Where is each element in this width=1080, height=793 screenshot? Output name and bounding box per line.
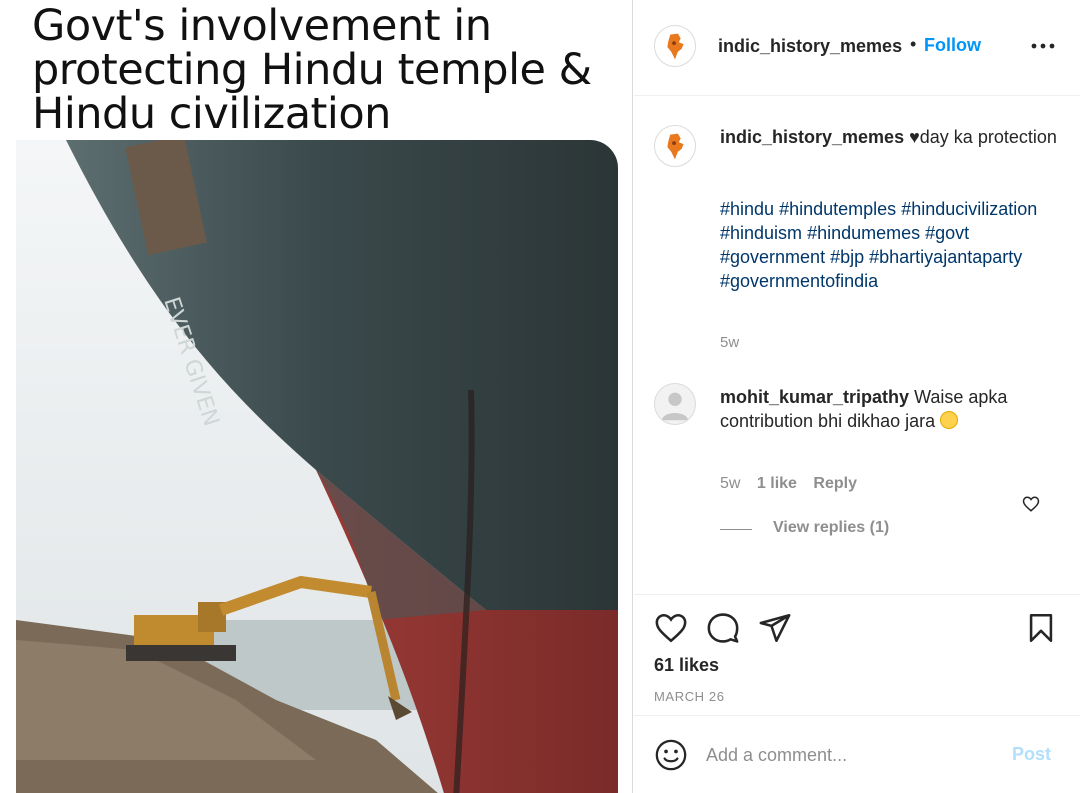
hashtag-link[interactable]: #governmentofindia [720,271,878,291]
caption-hashtags: #hindu #hindutemples #hinducivilization … [720,197,1040,293]
comment-reply-button[interactable]: Reply [813,475,857,492]
ship-excavator-photo: EVER GIVEN [16,140,618,793]
caption-timestamp[interactable]: 5w [720,334,739,351]
account-avatar[interactable] [654,25,696,67]
comment-likes[interactable]: 1 like [757,475,797,492]
hashtag-link[interactable]: #bjp [830,247,864,267]
comment-input[interactable] [706,740,996,770]
hashtag-link[interactable]: #hinducivilization [901,199,1037,219]
hashtag-link[interactable]: #bhartiyajantaparty [869,247,1022,267]
caption-text: indic_history_memes ♥day ka protection [720,125,1060,149]
comment-text: mohit_kumar_tripathy Waise apka contribu… [720,385,1010,433]
view-replies-button[interactable]: View replies (1) [773,519,889,537]
follow-button[interactable]: Follow [924,35,981,56]
hashtag-link[interactable]: #government [720,247,825,267]
more-options-icon[interactable] [1030,36,1056,56]
comment-bubble-icon[interactable] [706,611,740,645]
comment-timestamp[interactable]: 5w [720,475,740,492]
comment-meta: 5w 1 like Reply [720,475,869,493]
post-media[interactable]: Govt's involvement in protecting Hindu t… [0,0,633,793]
hashtag-link[interactable]: #hinduism [720,223,802,243]
caption-avatar[interactable] [654,125,696,167]
post-header: indic_history_memes • Follow [634,0,1080,96]
post-date[interactable]: MARCH 26 [654,689,725,704]
meme-caption-text: Govt's involvement in protecting Hindu t… [32,1,592,139]
hashtag-link[interactable]: #govt [925,223,969,243]
post-actions: 61 likes MARCH 26 [634,594,1080,714]
caption-body: ♥day ka protection [909,127,1057,147]
share-paper-plane-icon[interactable] [758,611,792,645]
view-replies-divider [720,529,752,530]
hashtag-link[interactable]: #hindu [720,199,774,219]
commenter-avatar[interactable] [654,383,696,425]
likes-count[interactable]: 61 likes [654,655,719,676]
hashtag-link[interactable]: #hindumemes [807,223,920,243]
comments-section[interactable]: indic_history_memes ♥day ka protection #… [634,97,1080,593]
smiling-halo-emoji-icon [940,411,959,429]
save-bookmark-icon[interactable] [1024,611,1058,645]
post-comment-button[interactable]: Post [1012,744,1051,765]
comment-composer: Post [634,715,1080,793]
caption-username[interactable]: indic_history_memes [720,127,904,147]
post-side-panel: indic_history_memes • Follow indic_histo… [634,0,1080,793]
like-heart-icon[interactable] [654,611,688,645]
comment-username[interactable]: mohit_kumar_tripathy [720,387,909,407]
header-username[interactable]: indic_history_memes [718,36,902,57]
emoji-smiley-icon[interactable] [654,738,688,772]
hashtag-link[interactable]: #hindutemples [779,199,896,219]
comment-like-heart-icon[interactable] [1022,495,1040,513]
header-separator: • [910,34,917,54]
